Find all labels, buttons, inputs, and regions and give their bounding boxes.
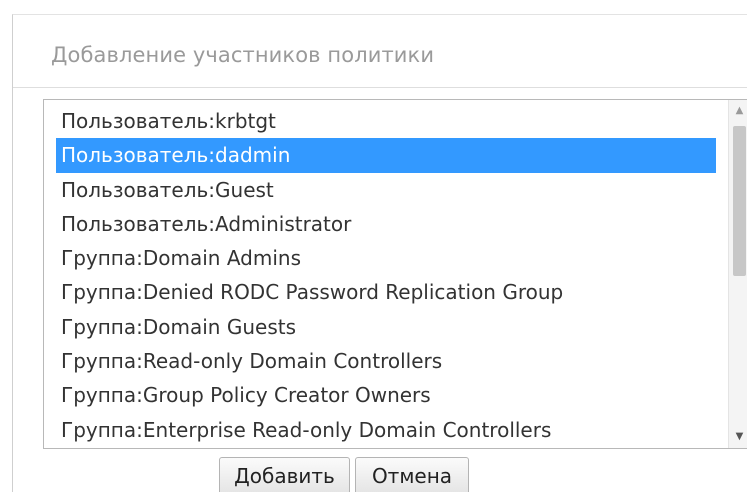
add-button[interactable]: Добавить xyxy=(219,457,350,492)
list-item[interactable]: Группа:Enterprise Read-only Domain Contr… xyxy=(44,413,720,447)
list-item[interactable]: Пользователь:Administrator xyxy=(44,207,720,241)
members-list: Пользователь:krbtgt Пользователь:dadmin … xyxy=(44,104,720,447)
triangle-down-icon[interactable]: ▼ xyxy=(729,428,747,446)
title-divider xyxy=(13,87,747,88)
list-scrollbar[interactable]: ▲ ▼ xyxy=(728,100,747,448)
add-policy-members-dialog: Добавление участников политики Пользоват… xyxy=(12,14,747,492)
members-listbox[interactable]: Пользователь:krbtgt Пользователь:dadmin … xyxy=(43,99,747,449)
list-item[interactable]: Пользователь:krbtgt xyxy=(44,104,720,138)
list-item-selected[interactable]: Пользователь:dadmin xyxy=(56,138,716,173)
cancel-button[interactable]: Отмена xyxy=(355,457,469,492)
list-item[interactable]: Группа:Domain Guests xyxy=(44,310,720,344)
list-item[interactable]: Группа:Domain Admins xyxy=(44,241,720,275)
list-item[interactable]: Группа:Denied RODC Password Replication … xyxy=(44,275,720,309)
list-item[interactable]: Пользователь:Guest xyxy=(44,173,720,207)
scrollbar-thumb[interactable] xyxy=(733,126,746,276)
triangle-up-icon[interactable]: ▲ xyxy=(729,102,747,120)
dialog-title: Добавление участников политики xyxy=(51,43,435,67)
list-item[interactable]: Группа:Read-only Domain Controllers xyxy=(44,344,720,378)
list-item[interactable]: Группа:Group Policy Creator Owners xyxy=(44,378,720,412)
